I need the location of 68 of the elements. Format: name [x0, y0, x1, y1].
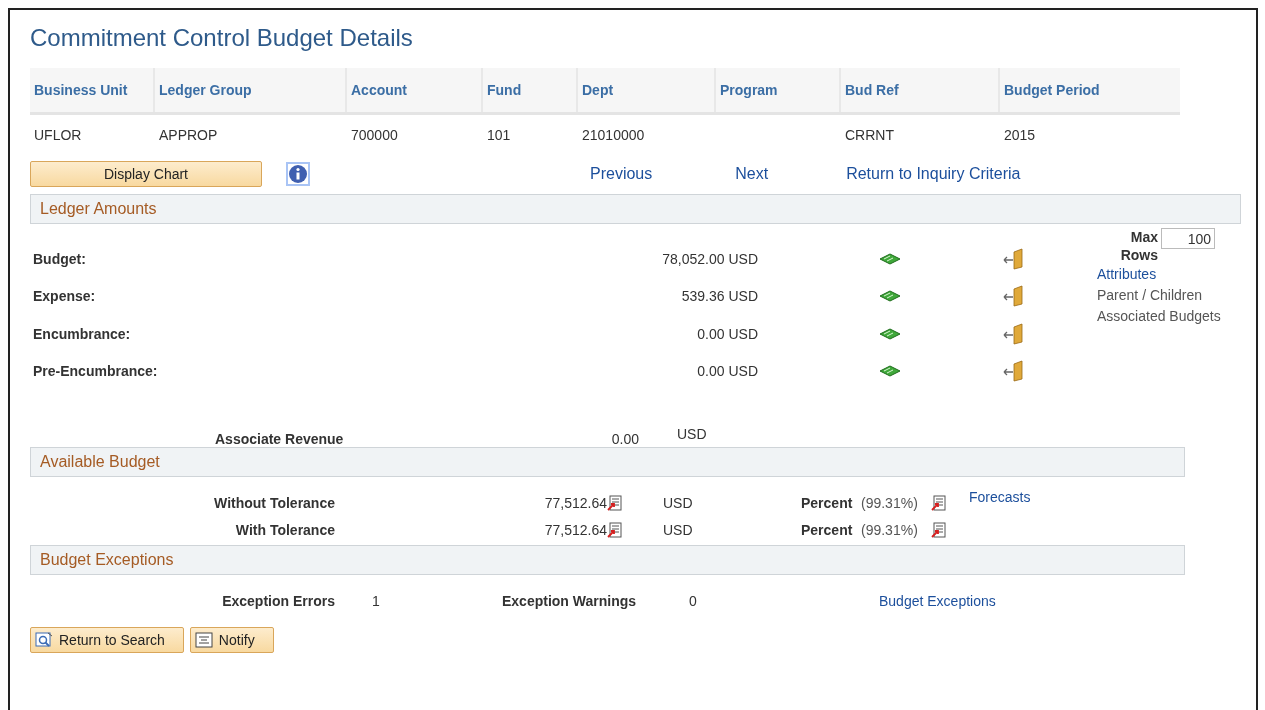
- count-value: 0: [689, 593, 698, 609]
- amount-value: 78,052.00 USD: [661, 250, 758, 267]
- column-header: Ledger Group: [159, 82, 252, 98]
- nav-link[interactable]: Return to Inquiry Criteria: [846, 165, 1021, 183]
- field-label: Percent: [801, 521, 854, 538]
- side-link: Parent / Children: [1097, 286, 1204, 305]
- currency-value: USD: [677, 426, 707, 442]
- column-header: Fund: [487, 82, 522, 98]
- column-header: Business Unit: [34, 82, 128, 98]
- search-icon: [35, 632, 53, 648]
- percent-value: (99.31%): [861, 521, 919, 538]
- amount-value: 539.36 USD: [680, 288, 758, 305]
- section-header: Budget Exceptions: [30, 545, 1185, 575]
- field-label: Exception Errors: [221, 593, 335, 609]
- field-label: With Tolerance: [234, 521, 335, 538]
- report-icon[interactable]: [607, 521, 623, 538]
- table-cell: 21010000: [582, 127, 645, 143]
- door-arrow-icon[interactable]: [1002, 322, 1026, 345]
- nav-link[interactable]: Previous: [590, 165, 653, 183]
- table-cell: APPROP: [159, 127, 218, 143]
- info-icon[interactable]: [288, 164, 308, 184]
- return-to-search-button[interactable]: Return to Search: [30, 627, 184, 653]
- forecasts-link[interactable]: Forecasts: [969, 489, 1031, 505]
- report-icon[interactable]: [931, 521, 947, 538]
- field-label: Percent: [801, 494, 854, 511]
- nav-link[interactable]: Next: [735, 165, 769, 183]
- amount-value: 0.00 USD: [696, 363, 758, 380]
- field-label: Expense:: [33, 288, 97, 305]
- currency-value: USD: [663, 521, 694, 538]
- table-cell: 101: [487, 127, 511, 143]
- field-label: Pre-Encumbrance:: [33, 363, 159, 380]
- field-label: Associate Revenue: [215, 431, 345, 447]
- column-header: Budget Period: [1004, 82, 1100, 98]
- field-label: Budget:: [33, 250, 87, 267]
- amount-value: 77,512.64: [543, 521, 607, 538]
- currency-value: USD: [663, 494, 694, 511]
- field-label: Encumbrance:: [33, 325, 132, 342]
- percent-value: (99.31%): [861, 494, 919, 511]
- report-icon[interactable]: [607, 494, 623, 511]
- section-header: Ledger Amounts: [30, 194, 1241, 224]
- count-value: 1: [372, 593, 381, 609]
- field-label: Max Rows: [1119, 228, 1158, 264]
- max-rows-field[interactable]: 100: [1161, 228, 1215, 249]
- side-link: Associated Budgets: [1097, 307, 1222, 326]
- table-cell: CRRNT: [845, 127, 894, 143]
- display-chart-button[interactable]: Display Chart: [30, 161, 262, 187]
- table-cell: UFLOR: [34, 127, 82, 143]
- field-label: Without Tolerance: [213, 494, 335, 511]
- amount-value: 0.00: [610, 431, 639, 447]
- note-icon: [194, 632, 213, 648]
- report-icon[interactable]: [931, 494, 947, 511]
- budget-exceptions-link[interactable]: Budget Exceptions: [879, 593, 996, 609]
- door-arrow-icon[interactable]: [1002, 247, 1026, 270]
- door-arrow-icon[interactable]: [1002, 285, 1026, 308]
- section-header: Available Budget: [30, 447, 1185, 477]
- door-arrow-icon[interactable]: [1002, 360, 1026, 383]
- field-label: Exception Warnings: [502, 593, 638, 609]
- page-title: Commitment Control Budget Details: [30, 23, 414, 53]
- column-header: Bud Ref: [845, 82, 899, 98]
- column-header: Account: [351, 82, 407, 98]
- table-cell: 2015: [1004, 127, 1036, 143]
- notify-button[interactable]: Notify: [189, 627, 274, 653]
- table-cell: 700000: [351, 127, 398, 143]
- column-header: Program: [720, 82, 778, 98]
- amount-value: 0.00 USD: [696, 325, 758, 342]
- column-header: Dept: [582, 82, 614, 98]
- side-link[interactable]: Attributes: [1097, 264, 1240, 285]
- amount-value: 77,512.64: [543, 494, 607, 511]
